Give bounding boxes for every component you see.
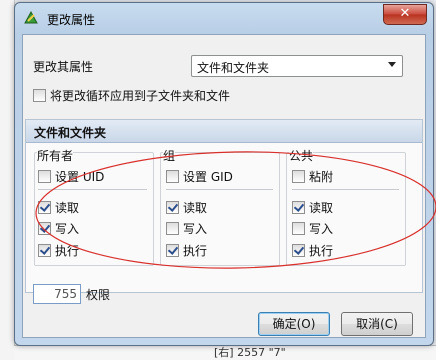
app-icon — [23, 10, 39, 26]
permission-value: 755 — [54, 287, 77, 301]
owner-read-checkbox[interactable] — [38, 201, 51, 214]
group-write-label: 写入 — [183, 222, 208, 236]
owner-write-label: 写入 — [55, 222, 80, 236]
public-write-checkbox[interactable] — [292, 222, 305, 235]
group-read-checkbox[interactable] — [166, 201, 179, 214]
group-setgid-label: 设置 GID — [183, 170, 233, 184]
public-heading: 公共 — [289, 147, 314, 164]
change-attributes-dialog: 更改属性 ✕ 更改其属性 文件和文件夹 将更改循环应用到子文件夹和文件 文件和文… — [14, 2, 434, 346]
group-group: 组 设置 GID 读取 写入 执行 — [160, 147, 280, 266]
dialog-title: 更改属性 — [47, 13, 96, 27]
group-heading: 组 — [163, 147, 176, 164]
group-exec-checkbox[interactable] — [166, 244, 179, 257]
owner-setuid-checkbox[interactable] — [38, 170, 51, 183]
cancel-button[interactable]: 取消(C) — [341, 312, 413, 336]
section-title: 文件和文件夹 — [34, 126, 107, 140]
change-attributes-label: 更改其属性 — [33, 60, 94, 74]
owner-setuid-label: 设置 UID — [55, 170, 105, 184]
public-write-label: 写入 — [309, 222, 334, 236]
recursive-checkbox[interactable] — [33, 89, 46, 102]
section-header: 文件和文件夹 — [26, 120, 422, 143]
public-sticky-checkbox[interactable] — [292, 170, 305, 183]
public-exec-checkbox[interactable] — [292, 244, 305, 257]
dialog-titlebar[interactable]: 更改属性 ✕ — [15, 3, 433, 33]
close-button[interactable]: ✕ — [383, 4, 427, 25]
public-sticky-label: 粘附 — [309, 170, 334, 184]
public-read-checkbox[interactable] — [292, 201, 305, 214]
divider — [292, 189, 399, 190]
background-window-edge — [0, 0, 15, 360]
ok-button[interactable]: 确定(O) — [258, 312, 330, 336]
background-status-bar: [右] 2557 "7" — [14, 345, 436, 360]
group-setgid-checkbox[interactable] — [166, 170, 179, 183]
group-read-label: 读取 — [183, 201, 208, 215]
dialog-body: 更改其属性 文件和文件夹 将更改循环应用到子文件夹和文件 文件和文件夹 所有者 … — [22, 34, 426, 338]
owner-exec-label: 执行 — [55, 244, 80, 258]
permission-value-input[interactable]: 755 — [33, 284, 81, 304]
recursive-label: 将更改循环应用到子文件夹和文件 — [50, 89, 231, 103]
group-write-checkbox[interactable] — [166, 222, 179, 235]
background-status-text: [右] 2557 "7" — [214, 346, 286, 359]
target-type-dropdown[interactable]: 文件和文件夹 — [191, 55, 403, 77]
public-group: 公共 粘附 读取 写入 执行 — [286, 147, 406, 266]
target-type-value: 文件和文件夹 — [197, 61, 270, 75]
owner-read-label: 读取 — [55, 201, 80, 215]
owner-heading: 所有者 — [37, 147, 74, 164]
public-read-label: 读取 — [309, 201, 334, 215]
permissions-section: 文件和文件夹 所有者 设置 UID 读取 写入 执行 组 设置 GID 读取 写… — [25, 119, 423, 293]
divider — [166, 189, 273, 190]
group-exec-label: 执行 — [183, 244, 208, 258]
chevron-down-icon — [388, 62, 396, 67]
permission-label: 权限 — [86, 288, 111, 302]
owner-group: 所有者 设置 UID 读取 写入 执行 — [34, 147, 154, 266]
public-exec-label: 执行 — [309, 244, 334, 258]
divider — [38, 189, 147, 190]
owner-write-checkbox[interactable] — [38, 222, 51, 235]
owner-exec-checkbox[interactable] — [38, 244, 51, 257]
